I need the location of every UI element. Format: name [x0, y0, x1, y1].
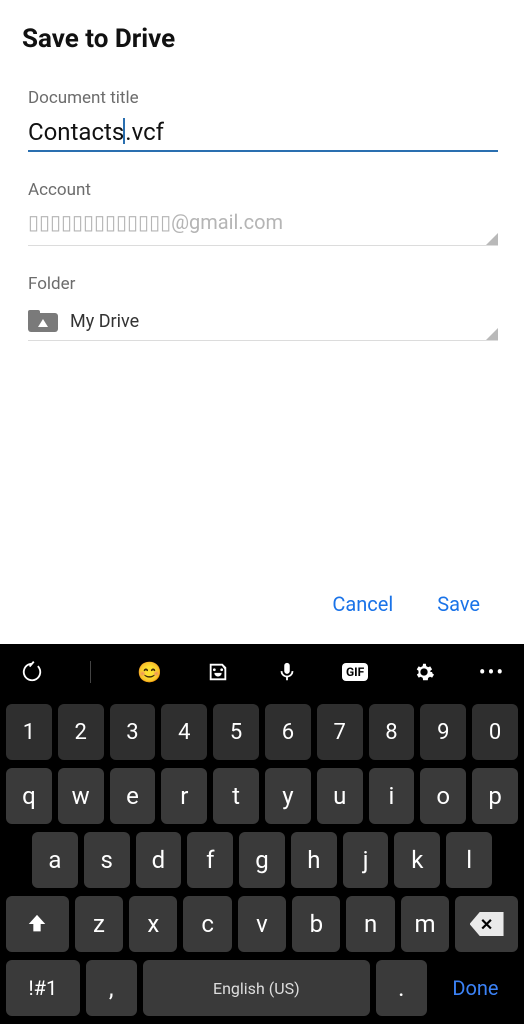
key-s[interactable]: s	[84, 832, 130, 888]
key-c[interactable]: c	[183, 896, 231, 952]
account-label: Account	[28, 180, 498, 200]
mic-icon[interactable]	[273, 661, 301, 683]
key-f[interactable]: f	[187, 832, 233, 888]
toolbar-separator	[90, 661, 91, 683]
comma-key[interactable]: ,	[86, 960, 137, 1016]
shift-key[interactable]	[6, 896, 69, 952]
key-q[interactable]: q	[6, 768, 52, 824]
key-l[interactable]: l	[446, 832, 492, 888]
space-key[interactable]: English (US)	[143, 960, 370, 1016]
key-i[interactable]: i	[369, 768, 415, 824]
key-6[interactable]: 6	[265, 704, 311, 760]
key-b[interactable]: b	[292, 896, 340, 952]
key-p[interactable]: p	[472, 768, 518, 824]
key-v[interactable]: v	[238, 896, 286, 952]
folder-label: Folder	[28, 274, 498, 294]
more-icon[interactable]: •••	[478, 660, 506, 684]
key-4[interactable]: 4	[161, 704, 207, 760]
key-w[interactable]: w	[58, 768, 104, 824]
save-button[interactable]: Save	[437, 592, 480, 616]
document-title-label: Document title	[28, 88, 498, 108]
key-z[interactable]: z	[75, 896, 123, 952]
key-k[interactable]: k	[394, 832, 440, 888]
key-r[interactable]: r	[161, 768, 207, 824]
key-3[interactable]: 3	[110, 704, 156, 760]
key-u[interactable]: u	[317, 768, 363, 824]
emoji-icon[interactable]: 😊	[136, 660, 164, 684]
document-title-value-after: .vcf	[125, 118, 164, 146]
dropdown-resize-icon	[486, 328, 498, 340]
key-m[interactable]: m	[401, 896, 449, 952]
symbols-key[interactable]: !#1	[6, 960, 80, 1016]
key-g[interactable]: g	[239, 832, 285, 888]
key-7[interactable]: 7	[317, 704, 363, 760]
text-scan-icon[interactable]	[18, 661, 46, 683]
cancel-button[interactable]: Cancel	[332, 592, 393, 616]
key-j[interactable]: j	[343, 832, 389, 888]
backspace-key[interactable]: ✕	[455, 896, 518, 952]
folder-select[interactable]: My Drive	[28, 304, 498, 341]
key-8[interactable]: 8	[369, 704, 415, 760]
key-a[interactable]: a	[32, 832, 78, 888]
key-t[interactable]: t	[213, 768, 259, 824]
key-2[interactable]: 2	[58, 704, 104, 760]
document-title-value-before: Contacts	[28, 118, 124, 146]
key-e[interactable]: e	[110, 768, 156, 824]
dropdown-resize-icon	[486, 233, 498, 245]
key-o[interactable]: o	[420, 768, 466, 824]
key-d[interactable]: d	[136, 832, 182, 888]
keyboard: 😊 GIF ••• 1234567890 qwertyuiop asdfghjk…	[0, 644, 524, 1024]
key-x[interactable]: x	[129, 896, 177, 952]
key-9[interactable]: 9	[420, 704, 466, 760]
key-1[interactable]: 1	[6, 704, 52, 760]
gear-icon[interactable]	[410, 661, 438, 683]
key-5[interactable]: 5	[213, 704, 259, 760]
period-key[interactable]: .	[376, 960, 427, 1016]
key-n[interactable]: n	[346, 896, 394, 952]
sticker-icon[interactable]	[204, 661, 232, 683]
account-select[interactable]: ▯▯▯▯▯▯▯▯▯▯▯▯▯@gmail.com	[28, 210, 498, 246]
key-h[interactable]: h	[291, 832, 337, 888]
key-y[interactable]: y	[265, 768, 311, 824]
account-value: ▯▯▯▯▯▯▯▯▯▯▯▯▯@gmail.com	[28, 210, 283, 234]
gif-icon[interactable]: GIF	[341, 663, 369, 681]
document-title-input[interactable]: Contacts.vcf	[28, 118, 498, 152]
folder-value: My Drive	[70, 311, 139, 332]
page-title: Save to Drive	[22, 24, 504, 54]
key-0[interactable]: 0	[472, 704, 518, 760]
drive-folder-icon	[28, 310, 58, 332]
done-key[interactable]: Done	[433, 960, 518, 1016]
